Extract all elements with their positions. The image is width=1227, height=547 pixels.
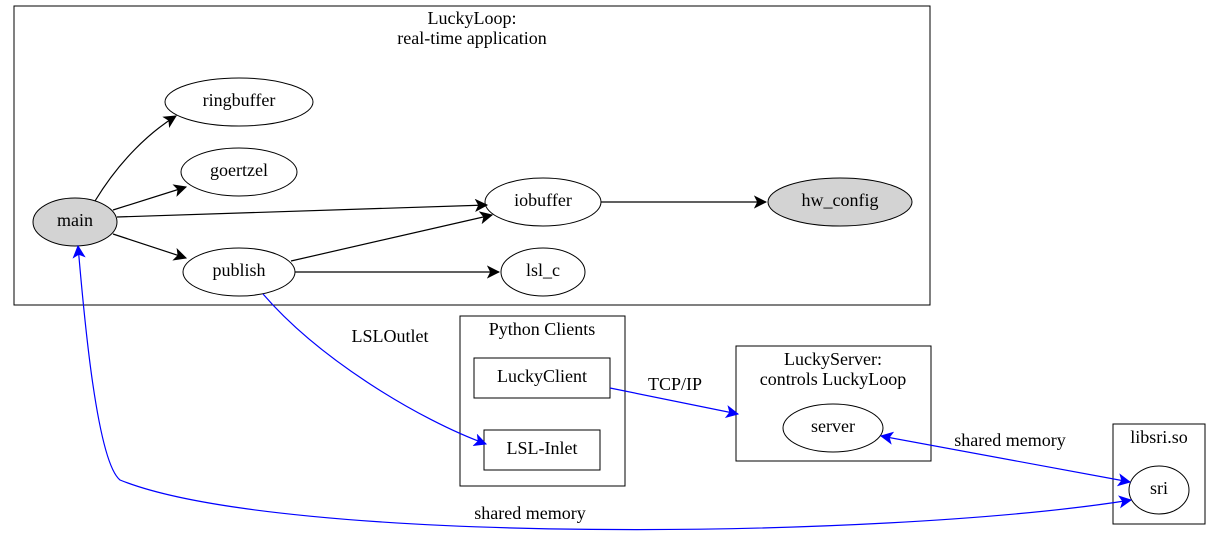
- node-hw-config: hw_config: [768, 178, 912, 226]
- edge-main-ringbuffer: [95, 116, 176, 201]
- svg-text:ringbuffer: ringbuffer: [203, 90, 276, 110]
- cluster-luckyserver-title2: controls LuckyLoop: [760, 369, 906, 389]
- edge-main-publish: [113, 234, 186, 258]
- cluster-luckyserver-title1: LuckyServer:: [784, 349, 882, 369]
- node-lsl-inlet: LSL-Inlet: [484, 430, 600, 470]
- edge-publish-lslinlet: [263, 294, 486, 444]
- svg-text:LSL-Inlet: LSL-Inlet: [507, 438, 578, 458]
- cluster-luckyloop-title1: LuckyLoop:: [428, 8, 517, 28]
- edge-label-sharedmem2: shared memory: [474, 503, 585, 523]
- node-main: main: [33, 198, 117, 246]
- node-goertzel: goertzel: [181, 148, 297, 196]
- edge-label-lsloutlet: LSLOutlet: [352, 326, 429, 346]
- node-iobuffer: iobuffer: [485, 178, 601, 226]
- edge-main-goertzel: [113, 187, 186, 210]
- node-lsl-c: lsl_c: [501, 248, 585, 296]
- edge-label-tcpip: TCP/IP: [648, 374, 702, 394]
- svg-text:goertzel: goertzel: [210, 160, 268, 180]
- edge-label-sharedmem1: shared memory: [954, 430, 1065, 450]
- svg-text:server: server: [811, 416, 855, 436]
- cluster-luckyloop: LuckyLoop: real-time application: [14, 6, 930, 305]
- svg-text:hw_config: hw_config: [802, 190, 879, 210]
- node-publish: publish: [183, 248, 295, 296]
- cluster-libsri-title: libsri.so: [1130, 427, 1188, 447]
- node-server: server: [783, 404, 883, 452]
- cluster-luckyloop-title2: real-time application: [397, 28, 546, 48]
- edge-publish-iobuffer: [291, 215, 492, 261]
- edge-main-iobuffer: [117, 205, 487, 217]
- node-ringbuffer: ringbuffer: [165, 78, 313, 126]
- cluster-pyclients-title: Python Clients: [489, 319, 596, 339]
- svg-text:publish: publish: [212, 260, 265, 280]
- svg-text:iobuffer: iobuffer: [514, 190, 572, 210]
- svg-text:main: main: [57, 210, 93, 230]
- node-sri: sri: [1129, 466, 1189, 514]
- svg-text:sri: sri: [1150, 478, 1168, 498]
- node-luckyclient: LuckyClient: [474, 358, 610, 398]
- svg-text:LuckyClient: LuckyClient: [497, 366, 587, 386]
- svg-text:lsl_c: lsl_c: [526, 260, 560, 280]
- diagram-svg: LuckyLoop: real-time application Python …: [0, 0, 1227, 547]
